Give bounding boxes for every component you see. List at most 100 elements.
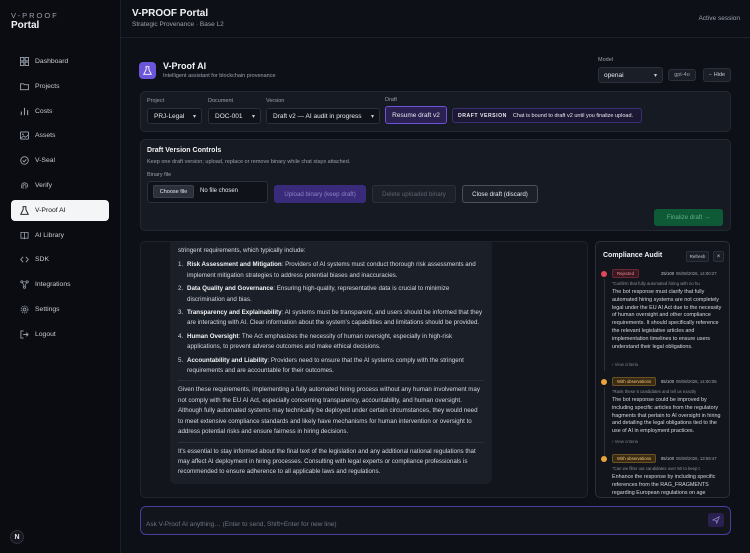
message-intro: stringent requirements, which typically … bbox=[178, 247, 306, 254]
sidebar-item-v-seal[interactable]: V-Seal bbox=[11, 150, 109, 171]
close-audit-button[interactable]: × bbox=[713, 251, 724, 262]
assistant-title: V-Proof AI bbox=[163, 61, 207, 71]
close-draft-button[interactable]: Close draft (discard) bbox=[462, 185, 538, 203]
refresh-button[interactable]: Refresh bbox=[686, 251, 709, 262]
document-select[interactable]: DOC-001 ▾ bbox=[208, 108, 261, 124]
status-badge: Rejected bbox=[612, 269, 639, 278]
view-criteria-link[interactable]: › View criteria bbox=[612, 362, 638, 367]
sidebar-item-label: Dashboard bbox=[35, 58, 69, 65]
sidebar-item-dashboard[interactable]: Dashboard bbox=[11, 51, 109, 72]
chevron-down-icon: ▾ bbox=[370, 114, 374, 120]
page-subtitle: Strategic Provenance · Base L2 bbox=[132, 21, 224, 28]
sidebar-item-costs[interactable]: Costs bbox=[11, 101, 109, 122]
finalize-draft-button[interactable]: Finalize draft → bbox=[654, 209, 723, 226]
compliance-audit-panel: Compliance Audit Refresh × Rejected 25/1… bbox=[595, 241, 730, 498]
sidebar-item-assets[interactable]: Assets bbox=[11, 125, 109, 146]
chat-thread[interactable]: stringent requirements, which typically … bbox=[140, 241, 588, 498]
sidebar-nav: Dashboard Projects Costs Assets V-Seal V… bbox=[11, 51, 109, 349]
sidebar-item-label: AI Library bbox=[35, 231, 65, 239]
audit-quote: "Can we filter out candidates over 50 to… bbox=[612, 466, 700, 471]
project-value: PRJ-Legal bbox=[154, 112, 185, 120]
session-status: Active session bbox=[698, 15, 740, 22]
draft-badge-title: DRAFT VERSION bbox=[458, 112, 507, 119]
message-paragraph: It's essential to stay informed about th… bbox=[178, 447, 476, 476]
list-item: 1. Risk Assessment and Mitigation: Provid… bbox=[178, 261, 476, 279]
audit-body: The bot response could be improved by in… bbox=[612, 397, 721, 435]
delete-binary-button[interactable]: Delete uploaded binary bbox=[372, 185, 456, 203]
audit-score: 25/100 bbox=[661, 271, 675, 276]
seal-icon bbox=[19, 156, 29, 166]
audit-entry: With observations 85/100 06/08/2026, 13:… bbox=[596, 454, 729, 497]
resume-draft-button[interactable]: Resume draft v2 bbox=[385, 106, 447, 124]
project-select[interactable]: PRJ-Legal ▾ bbox=[147, 108, 202, 124]
audit-timestamp: 06/08/2026, 14:00:27 bbox=[676, 271, 717, 276]
timeline-line bbox=[603, 387, 605, 459]
audit-quote: "Rank these 5 candidates and tell us exa… bbox=[612, 389, 697, 394]
brand-title: Portal bbox=[11, 20, 40, 31]
project-label: Project bbox=[147, 98, 165, 104]
draft-controls-title: Draft Version Controls bbox=[147, 147, 222, 154]
sidebar-item-label: Costs bbox=[35, 107, 53, 115]
upload-binary-button[interactable]: Upload binary (keep draft) bbox=[274, 185, 366, 203]
view-criteria-link[interactable]: › View criteria bbox=[612, 439, 638, 444]
audit-quote: "Confirm that fully automated hiring wit… bbox=[612, 281, 700, 286]
sidebar-item-label: Settings bbox=[35, 305, 60, 313]
requirements-list: 1. Risk Assessment and Mitigation: Provid… bbox=[178, 260, 484, 376]
choose-file-button[interactable]: Choose file bbox=[153, 185, 194, 198]
network-icon bbox=[19, 280, 29, 290]
hide-button[interactable]: − Hide bbox=[703, 68, 731, 82]
sidebar-item-logout[interactable]: Logout bbox=[11, 324, 109, 345]
audit-score: 85/100 bbox=[661, 379, 675, 384]
version-label: Version bbox=[266, 98, 285, 104]
book-icon bbox=[19, 230, 29, 240]
folder-icon bbox=[19, 81, 29, 91]
audit-score: 85/100 bbox=[661, 456, 675, 461]
user-avatar[interactable]: N bbox=[10, 530, 24, 544]
timeline-line bbox=[603, 279, 605, 371]
audit-body: The bot response must clarify that fully… bbox=[612, 289, 722, 350]
chat-input-placeholder: Ask V-Proof AI anything… (Enter to send,… bbox=[146, 521, 337, 528]
document-label: Document bbox=[208, 98, 234, 104]
brand-tagline: V-PROOF bbox=[11, 11, 59, 20]
sidebar-item-label: Verify bbox=[35, 181, 52, 189]
list-item: 4. Human Oversight: The Act emphasizes th… bbox=[178, 332, 453, 351]
sidebar-item-label: Integrations bbox=[35, 281, 71, 289]
dashboard-icon bbox=[19, 57, 29, 67]
sidebar-item-projects[interactable]: Projects bbox=[11, 76, 109, 97]
audit-timestamp: 06/08/2026, 13:59:47 bbox=[676, 456, 717, 461]
image-icon bbox=[19, 131, 29, 141]
list-item: 3. Transparency and Explainability: AI sy… bbox=[178, 309, 483, 327]
status-badge: With observations bbox=[612, 454, 657, 463]
sidebar-item-verify[interactable]: Verify bbox=[11, 175, 109, 196]
draft-version-badge: DRAFT VERSION Chat is bound to draft v2 … bbox=[452, 108, 642, 123]
sidebar-item-sdk[interactable]: SDK bbox=[11, 249, 109, 270]
sidebar-item-label: V-Proof AI bbox=[35, 206, 66, 214]
draft-badge-text: Chat is bound to draft v2 until you fina… bbox=[512, 112, 634, 119]
divider bbox=[178, 380, 484, 382]
sidebar-item-label: SDK bbox=[35, 256, 49, 264]
message-paragraph: Given these requirements, implementing a… bbox=[178, 386, 480, 436]
top-header: V-PROOF Portal Strategic Provenance · Ba… bbox=[121, 0, 750, 38]
model-select-value: openai bbox=[604, 71, 624, 79]
version-value: Draft v2 — AI audit in progress bbox=[273, 112, 362, 120]
sidebar-item-integrations[interactable]: Integrations bbox=[11, 274, 109, 295]
sidebar-item-label: Assets bbox=[35, 132, 56, 140]
send-button[interactable] bbox=[708, 513, 724, 527]
sidebar-item-ai-library[interactable]: AI Library bbox=[11, 225, 109, 246]
audit-timestamp: 06/08/2026, 14:00:05 bbox=[676, 379, 717, 384]
model-select[interactable]: openai ▾ bbox=[598, 67, 663, 83]
assistant-logo-icon bbox=[139, 62, 156, 79]
model-label: Model bbox=[598, 57, 613, 63]
chevron-down-icon: ▾ bbox=[251, 114, 255, 120]
file-status: No file chosen bbox=[200, 188, 239, 194]
sidebar-item-label: Projects bbox=[35, 82, 60, 90]
sidebar-item-label: Logout bbox=[35, 330, 56, 338]
hide-label: Hide bbox=[713, 72, 726, 78]
sidebar-item-settings[interactable]: Settings bbox=[11, 299, 109, 320]
version-select[interactable]: Draft v2 — AI audit in progress ▾ bbox=[266, 108, 380, 124]
draft-label: Draft bbox=[385, 97, 397, 103]
sidebar-item-label: V-Seal bbox=[35, 157, 56, 165]
sidebar-item-v-proof-ai[interactable]: V-Proof AI bbox=[11, 199, 109, 221]
assistant-subtitle: Intelligent assistant for blockchain pro… bbox=[163, 73, 276, 79]
audit-body: Enhance the response by including specif… bbox=[612, 474, 716, 496]
